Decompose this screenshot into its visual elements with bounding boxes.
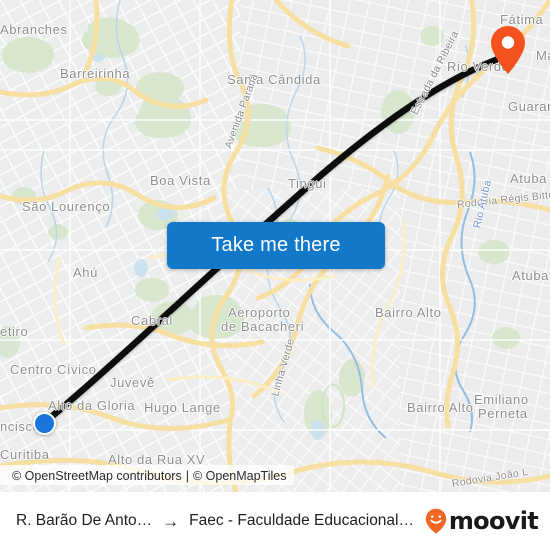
attribution-separator: | (185, 469, 189, 483)
origin-marker[interactable] (33, 412, 56, 435)
osm-attribution-link[interactable]: © OpenStreetMap contributors (12, 469, 182, 483)
map-canvas[interactable]: Abranches Barreirinha Santa Cândida Fátima B… (0, 0, 550, 492)
route-summary[interactable]: R. Barão De Anto… → Faec - Faculdade Edu… (16, 512, 417, 530)
destination-marker[interactable] (489, 25, 527, 75)
map-pin-icon (491, 26, 525, 74)
openmaptiles-attribution-link[interactable]: © OpenMapTiles (193, 469, 287, 483)
arrow-right-icon: → (162, 511, 180, 531)
destination-stop-name: Faec - Faculdade Educacional … (189, 512, 417, 529)
moovit-logo[interactable]: moovit (417, 507, 539, 535)
moovit-wordmark: moovit (448, 507, 539, 535)
map-attribution: © OpenStreetMap contributors | © OpenMap… (0, 465, 295, 485)
bottom-bar: R. Barão De Anto… → Faec - Faculdade Edu… (0, 492, 550, 550)
moovit-route-screen: Abranches Barreirinha Santa Cândida Fátima B… (0, 0, 550, 550)
take-me-there-button[interactable]: Take me there (167, 222, 385, 269)
moovit-pin-icon (425, 508, 447, 534)
origin-stop-name: R. Barão De Anto… (16, 512, 153, 529)
